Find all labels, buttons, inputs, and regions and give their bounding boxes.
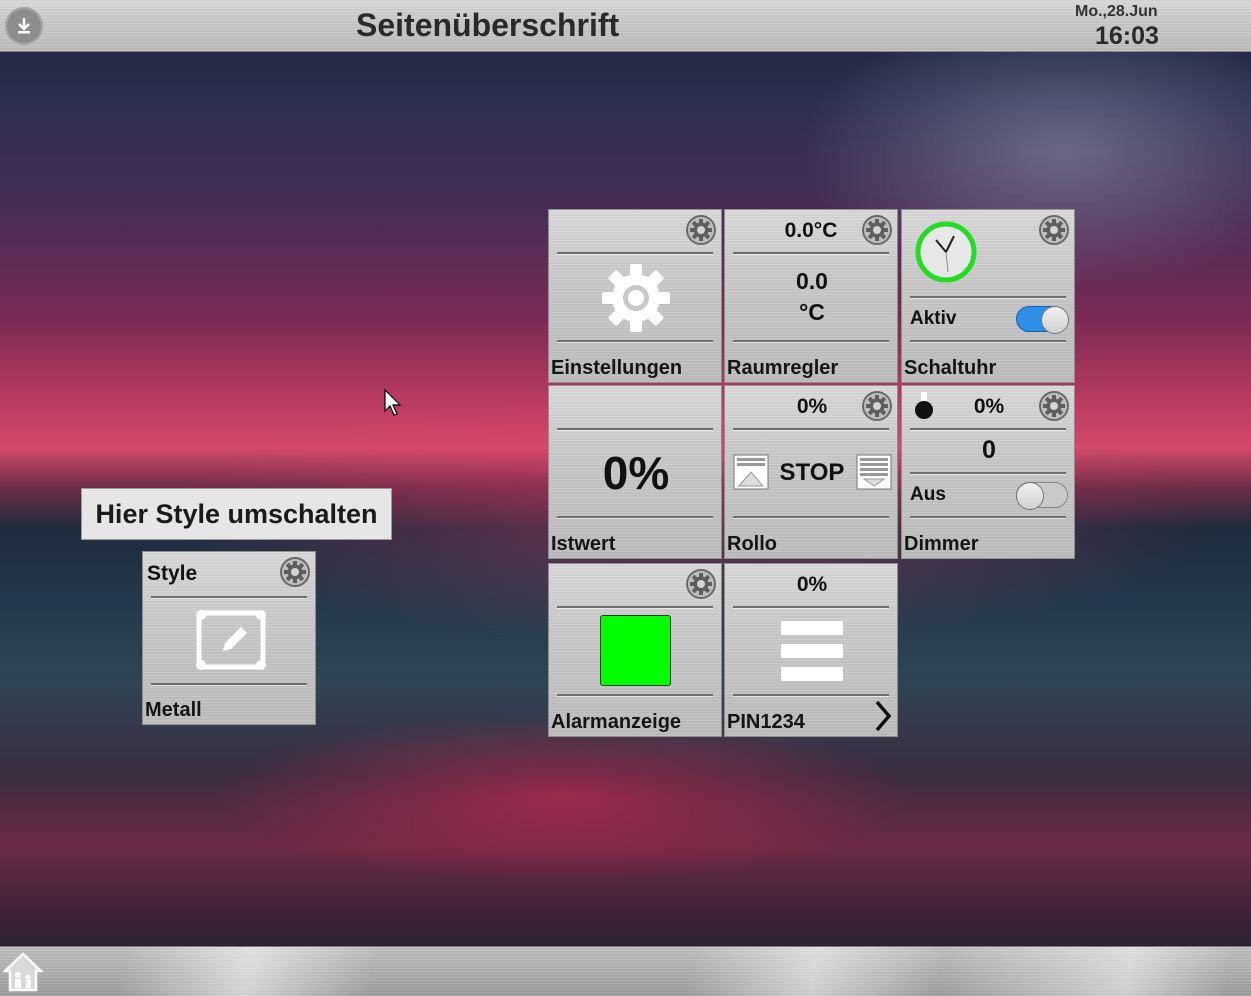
tile-alarmanzeige[interactable]: Alarmanzeige xyxy=(548,563,722,737)
menu-bars-icon xyxy=(781,621,843,681)
style-tile-title: Style xyxy=(147,562,198,585)
download-icon xyxy=(18,18,30,34)
settings-gear-icon[interactable] xyxy=(685,568,717,600)
tile-label: Alarmanzeige xyxy=(551,711,682,733)
top-bar: Seitenüberschrift Mo.,28.Jun 16:03 xyxy=(0,0,1251,52)
state-label: Aus xyxy=(910,484,946,505)
gear-icon xyxy=(602,264,670,332)
shutter-down-icon[interactable] xyxy=(856,454,892,490)
clock-icon xyxy=(915,221,977,283)
tile-einstellungen[interactable]: Einstellungen xyxy=(548,209,722,383)
settings-gear-icon[interactable] xyxy=(1038,214,1070,246)
active-toggle[interactable] xyxy=(1016,306,1069,334)
tile-pin[interactable]: 0% PIN1234 xyxy=(724,563,898,737)
alarm-status-indicator xyxy=(600,615,671,686)
style-hint-tooltip: Hier Style umschalten xyxy=(81,488,392,540)
tile-schaltuhr[interactable]: Aktiv Schaltuhr xyxy=(901,209,1075,383)
tile-label: Schaltuhr xyxy=(904,357,997,379)
settings-gear-icon[interactable] xyxy=(861,214,893,246)
settings-gear-icon[interactable] xyxy=(279,556,311,588)
tile-dimmer[interactable]: 0% 0 Aus Dimmer xyxy=(901,385,1075,559)
home-icon[interactable] xyxy=(3,951,43,993)
tile-label: Dimmer xyxy=(904,533,979,555)
time-display: 16:03 xyxy=(1095,22,1159,50)
tile-label: PIN1234 xyxy=(727,711,805,733)
pin-percent: 0% xyxy=(796,573,828,596)
state-label: Aktiv xyxy=(910,308,957,329)
chevron-right-icon[interactable] xyxy=(873,700,893,732)
tile-label: Rollo xyxy=(727,533,777,555)
mouse-cursor-icon xyxy=(384,389,402,416)
tile-label: Istwert xyxy=(551,533,616,555)
style-tile[interactable]: Style Metall xyxy=(142,551,316,725)
settings-gear-icon[interactable] xyxy=(1038,390,1070,422)
power-toggle[interactable] xyxy=(1016,482,1068,510)
current-temp-value: 0.0 xyxy=(796,268,828,294)
tile-label: Einstellungen xyxy=(551,357,683,379)
date-display: Mo.,28.Jun xyxy=(1075,3,1158,20)
tile-raumregler[interactable]: 0.0°C 0.0 °C Raumregler xyxy=(724,209,898,383)
tile-label: Raumregler xyxy=(727,357,839,379)
style-tile-value: Metall xyxy=(145,699,202,721)
settings-gear-icon[interactable] xyxy=(861,390,893,422)
bottom-bar xyxy=(0,946,1251,996)
actual-value: 0% xyxy=(602,447,670,499)
tile-rollo[interactable]: 0% STOP Rollo xyxy=(724,385,898,559)
page-title: Seitenüberschrift xyxy=(356,7,620,43)
download-button[interactable] xyxy=(5,7,43,45)
tile-istwert[interactable]: 0% Istwert xyxy=(548,385,722,559)
current-temp-unit: °C xyxy=(799,299,825,325)
settings-gear-icon[interactable] xyxy=(685,214,717,246)
edit-frame-icon xyxy=(196,610,266,670)
dimmer-value: 0 xyxy=(982,436,996,464)
